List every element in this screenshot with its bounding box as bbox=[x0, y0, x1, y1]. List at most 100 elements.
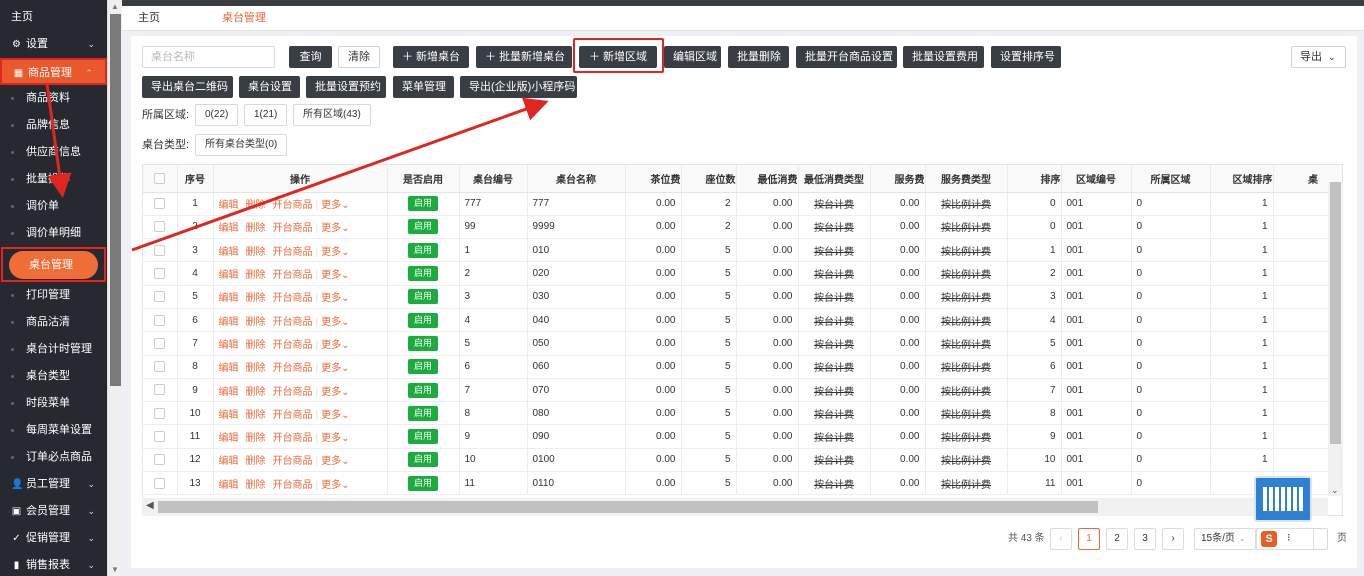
table-vertical-scrollbar[interactable]: ⌄ bbox=[1328, 182, 1343, 496]
enabled-badge[interactable]: 启用 bbox=[407, 429, 438, 445]
row-select-cell[interactable] bbox=[143, 238, 178, 263]
sidebar-item-staff[interactable]: 👤 员工管理 ⌄ bbox=[0, 471, 107, 498]
edit-link[interactable]: 编辑 bbox=[219, 387, 239, 398]
sidebar-item-sales-report[interactable]: ▮ 销售报表 ⌄ bbox=[0, 552, 107, 576]
open-goods-link[interactable]: 开台商品 bbox=[273, 363, 313, 374]
enabled-badge[interactable]: 启用 bbox=[407, 382, 438, 398]
open-goods-link[interactable]: 开台商品 bbox=[273, 340, 313, 351]
sidebar-item-home[interactable]: 主页 bbox=[0, 4, 107, 31]
edit-link[interactable]: 编辑 bbox=[219, 317, 239, 328]
checkbox[interactable] bbox=[154, 172, 166, 184]
edit-link[interactable]: 编辑 bbox=[219, 480, 239, 491]
row-select-cell[interactable] bbox=[143, 192, 178, 216]
edit-link[interactable]: 编辑 bbox=[219, 340, 239, 351]
delete-link[interactable]: 删除 bbox=[246, 456, 266, 467]
chevron-down-icon[interactable]: ⌄ bbox=[1331, 485, 1339, 496]
set-sort-button[interactable]: 设置排序号 bbox=[991, 46, 1061, 68]
row-select-cell[interactable] bbox=[143, 261, 178, 286]
sidebar-item-table-type[interactable]: 桌台类型 bbox=[0, 363, 107, 390]
more-link[interactable]: 更多⌄ bbox=[321, 247, 349, 258]
more-link[interactable]: 更多⌄ bbox=[321, 270, 349, 281]
edit-link[interactable]: 编辑 bbox=[219, 270, 239, 281]
edit-link[interactable]: 编辑 bbox=[219, 456, 239, 467]
batch-fee-button[interactable]: 批量设置费用 bbox=[903, 46, 984, 68]
checkbox[interactable] bbox=[154, 337, 166, 349]
sidebar-item-goods-management[interactable]: ▦ 商品管理 ⌃ bbox=[0, 58, 107, 85]
checkbox[interactable] bbox=[154, 361, 166, 373]
sidebar-item-batch-ops[interactable]: 批量操作 bbox=[0, 166, 107, 193]
sidebar-item-soldout[interactable]: 商品沽清 bbox=[0, 309, 107, 336]
sidebar-item-member[interactable]: ▣ 会员管理 ⌄ bbox=[0, 498, 107, 525]
more-link[interactable]: 更多⌄ bbox=[321, 363, 349, 374]
checkbox[interactable] bbox=[154, 454, 166, 466]
sidebar-item-settings[interactable]: ⚙ 设置 ⌄ bbox=[0, 31, 107, 58]
edit-link[interactable]: 编辑 bbox=[219, 410, 239, 421]
enabled-badge[interactable]: 启用 bbox=[407, 359, 438, 375]
checkbox[interactable] bbox=[154, 407, 166, 419]
add-table-button[interactable]: ＋ 新增桌台 bbox=[393, 46, 469, 68]
tab-home[interactable]: 主页 bbox=[138, 6, 160, 30]
sidebar-item-price-adjust-detail[interactable]: 调价单明细 bbox=[0, 220, 107, 247]
sogou-icon[interactable]: S bbox=[1261, 531, 1277, 547]
enabled-badge[interactable]: 启用 bbox=[407, 475, 438, 491]
checkbox[interactable] bbox=[154, 221, 166, 233]
sidebar-item-required-goods[interactable]: 订单必点商品 bbox=[0, 444, 107, 471]
delete-link[interactable]: 删除 bbox=[246, 200, 266, 211]
delete-link[interactable]: 删除 bbox=[246, 340, 266, 351]
open-goods-link[interactable]: 开台商品 bbox=[273, 270, 313, 281]
export-qr-button[interactable]: 导出桌台二维码 bbox=[142, 76, 233, 98]
open-goods-link[interactable]: 开台商品 bbox=[273, 223, 313, 234]
edit-link[interactable]: 编辑 bbox=[219, 223, 239, 234]
row-select-cell[interactable] bbox=[143, 424, 178, 449]
row-select-cell[interactable] bbox=[143, 331, 178, 356]
checkbox[interactable] bbox=[154, 477, 166, 489]
edit-link[interactable]: 编辑 bbox=[219, 363, 239, 374]
delete-link[interactable]: 删除 bbox=[246, 223, 266, 234]
delete-link[interactable]: 删除 bbox=[246, 433, 266, 444]
checkbox[interactable] bbox=[154, 198, 166, 210]
area-chip-0[interactable]: 0(22) bbox=[195, 104, 239, 126]
sidebar-item-table-timer[interactable]: 桌台计时管理 bbox=[0, 336, 107, 363]
edit-link[interactable]: 编辑 bbox=[219, 200, 239, 211]
sidebar-item-table-management[interactable]: 桌台管理 bbox=[9, 251, 98, 279]
open-goods-link[interactable]: 开台商品 bbox=[273, 387, 313, 398]
scrollbar-thumb[interactable] bbox=[110, 14, 121, 386]
sidebar-item-time-menu[interactable]: 时段菜单 bbox=[0, 390, 107, 417]
edit-link[interactable]: 编辑 bbox=[219, 433, 239, 444]
more-link[interactable]: 更多⌄ bbox=[321, 387, 349, 398]
keyboard-icon[interactable] bbox=[1254, 476, 1312, 522]
ime-mode-icon[interactable]: ⁝ bbox=[1287, 531, 1291, 544]
open-goods-link[interactable]: 开台商品 bbox=[273, 480, 313, 491]
prev-page-button[interactable]: ‹ bbox=[1050, 528, 1072, 550]
delete-link[interactable]: 删除 bbox=[246, 480, 266, 491]
scrollbar-thumb[interactable] bbox=[1330, 182, 1341, 444]
open-goods-link[interactable]: 开台商品 bbox=[273, 200, 313, 211]
row-select-cell[interactable] bbox=[143, 401, 178, 426]
checkbox[interactable] bbox=[154, 384, 166, 396]
checkbox[interactable] bbox=[154, 431, 166, 443]
sidebar-item-supplier-info[interactable]: 供应商信息 bbox=[0, 139, 107, 166]
delete-link[interactable]: 删除 bbox=[246, 247, 266, 258]
open-goods-link[interactable]: 开台商品 bbox=[273, 410, 313, 421]
clear-button[interactable]: 清除 bbox=[338, 46, 380, 68]
delete-link[interactable]: 删除 bbox=[246, 317, 266, 328]
ime-toolbar[interactable]: S ⁝ bbox=[1256, 528, 1314, 550]
checkbox[interactable] bbox=[154, 244, 166, 256]
enabled-badge[interactable]: 启用 bbox=[407, 335, 438, 351]
enabled-badge[interactable]: 启用 bbox=[407, 405, 438, 421]
area-chip-all[interactable]: 所有区域(43) bbox=[293, 104, 371, 126]
more-link[interactable]: 更多⌄ bbox=[321, 433, 349, 444]
enabled-badge[interactable]: 启用 bbox=[407, 452, 438, 468]
export-miniprogram-button[interactable]: 导出(企业版)小程序码 bbox=[460, 76, 577, 98]
enabled-badge[interactable]: 启用 bbox=[407, 219, 438, 235]
more-link[interactable]: 更多⌄ bbox=[321, 223, 349, 234]
more-link[interactable]: 更多⌄ bbox=[321, 480, 349, 491]
more-link[interactable]: 更多⌄ bbox=[321, 340, 349, 351]
row-select-cell[interactable] bbox=[143, 378, 178, 403]
tab-table-management[interactable]: 桌台管理 bbox=[222, 6, 266, 30]
enabled-badge[interactable]: 启用 bbox=[407, 312, 438, 328]
next-page-button[interactable]: › bbox=[1162, 528, 1184, 550]
open-goods-link[interactable]: 开台商品 bbox=[273, 293, 313, 304]
row-select-cell[interactable] bbox=[143, 355, 178, 379]
header-select-all[interactable] bbox=[143, 165, 178, 193]
